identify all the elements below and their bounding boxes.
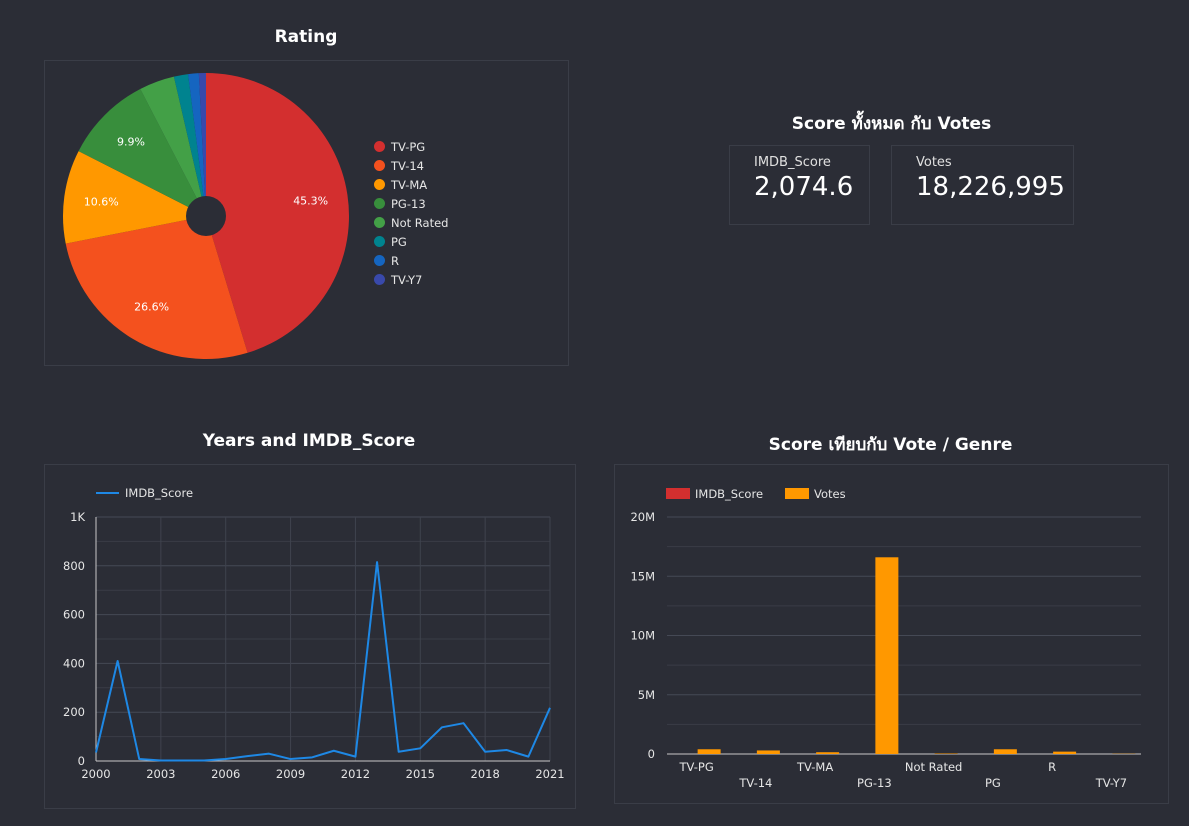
votes-label: Votes xyxy=(916,155,952,170)
x-tick-label: R xyxy=(1048,760,1056,774)
imdb-score-label: IMDB_Score xyxy=(754,155,831,170)
years-panel: 0 200 400 600 800 1K 2000 2003 2006 2009 2012 2015 2… xyxy=(44,464,576,809)
legend-label: PG-13 xyxy=(391,197,426,211)
pie-data-label: 9.9% xyxy=(117,135,145,148)
bar-legend-swatch xyxy=(666,488,690,499)
y-tick-label: 1K xyxy=(70,510,85,524)
legend-swatch xyxy=(374,198,385,209)
y-tick-label: 200 xyxy=(63,705,85,719)
imdb-score-value: 2,074.6 xyxy=(754,172,854,202)
legend-item-not-rated[interactable]: Not Rated xyxy=(374,216,448,230)
x-tick-label: TV-14 xyxy=(738,776,772,790)
pie-data-label: 10.6% xyxy=(84,195,119,208)
legend-label: TV-14 xyxy=(391,159,425,173)
x-tick-label: 2006 xyxy=(211,767,240,781)
x-tick-label: 2015 xyxy=(406,767,435,781)
pie-data-label: 45.3% xyxy=(293,194,328,207)
legend-label: R xyxy=(391,254,399,268)
rating-pie-chart[interactable]: 45.3% 26.6% 10.6% 9.9% xyxy=(45,61,568,365)
x-tick-label: TV-MA xyxy=(796,760,833,774)
line-legend-label[interactable]: IMDB_Score xyxy=(125,486,193,500)
genre-bar-chart[interactable]: 0 5M 10M 15M 20M TV-PG TV-14 TV-MA PG-13 Not Rate… xyxy=(615,465,1168,803)
legend-item-pg[interactable]: PG xyxy=(374,235,407,249)
bar-votes-tv-pg[interactable] xyxy=(697,749,721,754)
legend-item-pg-13[interactable]: PG-13 xyxy=(374,197,426,211)
y-tick-label: 800 xyxy=(63,559,85,573)
legend-swatch xyxy=(374,236,385,247)
imdb-score-line[interactable] xyxy=(95,561,551,762)
x-tick-label: 2000 xyxy=(81,767,110,781)
y-tick-label: 5M xyxy=(638,688,655,702)
votes-scorecard[interactable]: Votes 18,226,995 xyxy=(891,145,1074,225)
x-tick-label: PG-13 xyxy=(857,776,892,790)
legend-swatch xyxy=(374,179,385,190)
pie-data-label: 26.6% xyxy=(134,301,169,314)
legend-item-r[interactable]: R xyxy=(374,254,399,268)
bar-votes-pg-13[interactable] xyxy=(875,557,899,754)
y-tick-label: 10M xyxy=(630,629,655,643)
y-tick-label: 15M xyxy=(630,569,655,583)
genre-panel: 0 5M 10M 15M 20M TV-PG TV-14 TV-MA PG-13 Not Rate… xyxy=(614,464,1169,804)
y-tick-label: 0 xyxy=(78,754,85,768)
years-title: Years and IMDB_Score xyxy=(202,431,416,451)
legend-item-tv-pg[interactable]: TV-PG xyxy=(374,140,425,154)
legend-label: TV-MA xyxy=(391,178,428,192)
pie-donut-hole xyxy=(186,196,226,236)
score-votes-title: Score ทั้งหมด กับ Votes xyxy=(791,114,992,134)
x-tick-label: TV-PG xyxy=(679,760,714,774)
legend-label: Not Rated xyxy=(391,216,449,230)
legend-item-tv-14[interactable]: TV-14 xyxy=(374,159,424,173)
legend-label: TV-Y7 xyxy=(391,273,423,287)
x-tick-label: 2009 xyxy=(276,767,305,781)
legend-item-tv-y7[interactable]: TV-Y7 xyxy=(374,273,422,287)
legend-swatch xyxy=(374,160,385,171)
imdb-score-scorecard[interactable]: IMDB_Score 2,074.6 xyxy=(729,145,870,225)
legend-swatch xyxy=(374,141,385,152)
legend-swatch xyxy=(374,217,385,228)
votes-value: 18,226,995 xyxy=(916,172,1065,202)
x-tick-label: Not Rated xyxy=(905,760,962,774)
legend-swatch xyxy=(374,255,385,266)
y-tick-label: 600 xyxy=(63,608,85,622)
genre-title: Score เทียบกับ Vote / Genre xyxy=(768,435,1013,455)
bar-votes-r[interactable] xyxy=(1053,751,1077,754)
x-tick-label: 2012 xyxy=(341,767,370,781)
legend-label: TV-PG xyxy=(391,140,426,154)
y-tick-label: 400 xyxy=(63,656,85,670)
bar-legend-label[interactable]: IMDB_Score xyxy=(695,487,763,501)
x-tick-label: 2021 xyxy=(535,767,564,781)
x-tick-label: TV-Y7 xyxy=(1095,776,1127,790)
x-tick-label: PG xyxy=(985,776,1001,790)
y-tick-label: 0 xyxy=(648,747,655,761)
legend-swatch xyxy=(374,274,385,285)
bar-legend-label[interactable]: Votes xyxy=(814,487,846,501)
rating-title: Rating xyxy=(274,27,338,47)
y-tick-label: 20M xyxy=(630,510,655,524)
bar-votes-pg[interactable] xyxy=(993,749,1017,754)
legend-label: PG xyxy=(391,235,407,249)
legend-item-tv-ma[interactable]: TV-MA xyxy=(374,178,427,192)
years-line-chart[interactable]: 0 200 400 600 800 1K 2000 2003 2006 2009 2012 2015 2… xyxy=(45,465,575,808)
bar-votes-tv-14[interactable] xyxy=(756,750,780,754)
bar-legend-swatch xyxy=(785,488,809,499)
rating-panel: 45.3% 26.6% 10.6% 9.9% TV-PG TV-14 TV-MA PG-13… xyxy=(44,60,569,366)
x-tick-label: 2003 xyxy=(146,767,175,781)
bar-votes-tv-ma[interactable] xyxy=(816,752,840,754)
x-tick-label: 2018 xyxy=(471,767,500,781)
